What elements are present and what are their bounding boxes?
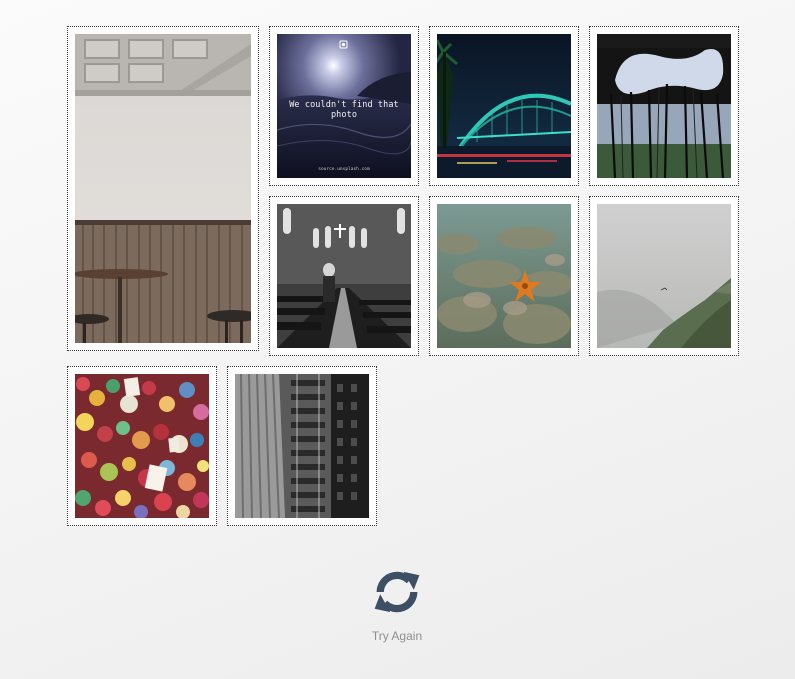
photo-source: source.unsplash.com xyxy=(318,167,370,172)
try-again-button[interactable]: Try Again xyxy=(359,562,435,643)
gallery-photo-not-found: We couldn't find that photo source.unspl… xyxy=(277,34,411,178)
cathedral-image xyxy=(277,204,411,348)
reef-starfish-image xyxy=(437,204,571,348)
gallery-tile[interactable] xyxy=(67,26,259,351)
gallery-photo-bridge xyxy=(437,34,571,178)
cafe-photo-image xyxy=(75,34,251,343)
gallery-photo-mist xyxy=(597,204,731,348)
gallery-photo-reef xyxy=(437,204,571,348)
gallery-photo-skyscraper xyxy=(235,374,369,518)
gallery-tile[interactable] xyxy=(67,366,217,526)
refresh-icon xyxy=(374,571,420,613)
gallery-tile[interactable] xyxy=(429,26,579,186)
gallery-tile[interactable] xyxy=(429,196,579,356)
gallery-photo-roof xyxy=(597,34,731,178)
gallery-tile[interactable] xyxy=(227,366,377,526)
gallery-tile[interactable]: We couldn't find that photo source.unspl… xyxy=(269,26,419,186)
bridge-night-image xyxy=(437,34,571,178)
gallery-photo-cafe xyxy=(75,34,251,343)
gallery-photo-gum-wall xyxy=(75,374,209,518)
roof-opening-image xyxy=(597,34,731,178)
misty-mountain-image xyxy=(597,204,731,348)
gallery-photo-cathedral xyxy=(277,204,411,348)
gallery-tile[interactable] xyxy=(589,26,739,186)
photo-caption: We couldn't find that photo xyxy=(289,100,399,120)
gallery-tile[interactable] xyxy=(269,196,419,356)
gallery-tile[interactable] xyxy=(589,196,739,356)
gum-wall-image xyxy=(75,374,209,518)
skyscraper-image xyxy=(235,374,369,518)
try-again-label: Try Again xyxy=(371,629,423,643)
